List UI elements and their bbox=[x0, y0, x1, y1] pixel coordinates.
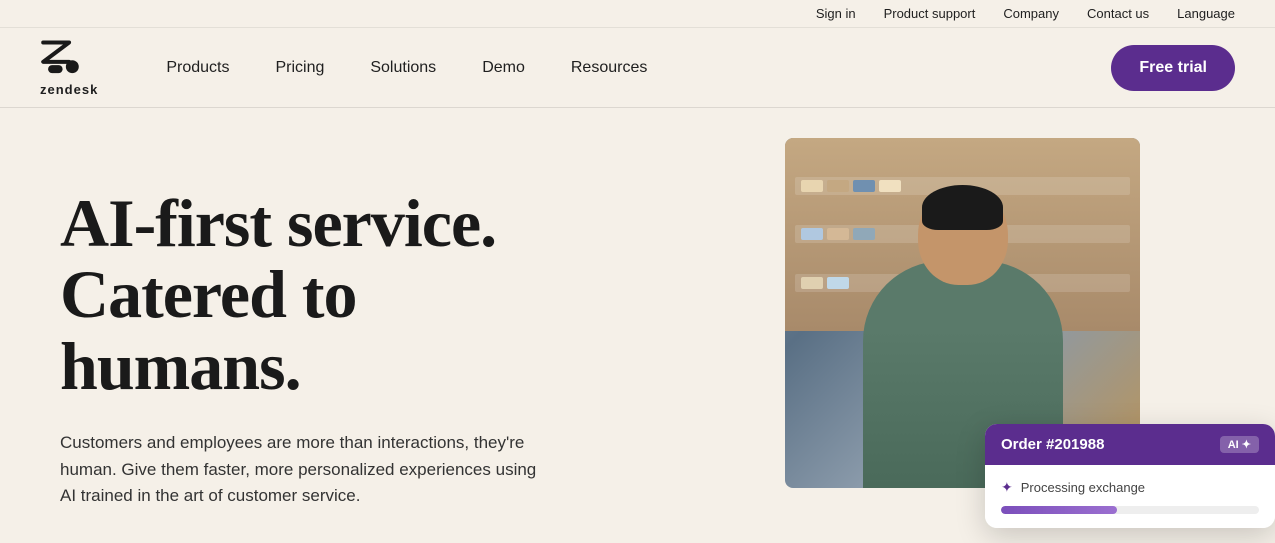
person-head bbox=[918, 185, 1008, 285]
company-link[interactable]: Company bbox=[1003, 6, 1059, 21]
shelf-item bbox=[801, 180, 823, 192]
ai-widget-body: ✦ Processing exchange bbox=[985, 465, 1275, 528]
nav-products[interactable]: Products bbox=[148, 51, 247, 85]
signin-link[interactable]: Sign in bbox=[816, 6, 856, 21]
ai-widget-header: Order #201988 AI ✦ bbox=[985, 424, 1275, 465]
ai-badge: AI ✦ bbox=[1220, 436, 1259, 453]
logo-link[interactable]: zendesk bbox=[40, 39, 98, 97]
shelf-item bbox=[827, 180, 849, 192]
hero-image-area: Order #201988 AI ✦ ✦ Processing exchange bbox=[755, 108, 1275, 538]
shelf-item bbox=[853, 228, 875, 240]
contact-us-link[interactable]: Contact us bbox=[1087, 6, 1149, 21]
hero-heading: AI-first service. Catered to humans. bbox=[60, 188, 550, 402]
zendesk-wordmark: zendesk bbox=[40, 82, 98, 97]
progress-bar-fill bbox=[1001, 506, 1117, 514]
shelf-item bbox=[801, 277, 823, 289]
shelf-item bbox=[853, 180, 875, 192]
progress-bar-container bbox=[1001, 506, 1259, 514]
nav-links-container: Products Pricing Solutions Demo Resource… bbox=[148, 51, 1111, 85]
shelf-item bbox=[801, 228, 823, 240]
shelf-item bbox=[827, 228, 849, 240]
shelf-item bbox=[879, 180, 901, 192]
nav-pricing[interactable]: Pricing bbox=[257, 51, 342, 85]
person-hair bbox=[922, 185, 1003, 230]
ai-widget-overlay: Order #201988 AI ✦ ✦ Processing exchange bbox=[985, 424, 1275, 528]
nav-demo[interactable]: Demo bbox=[464, 51, 543, 85]
processing-line: ✦ Processing exchange bbox=[1001, 479, 1259, 496]
nav-solutions[interactable]: Solutions bbox=[352, 51, 454, 85]
hero-subtext: Customers and employees are more than in… bbox=[60, 430, 550, 509]
nav-resources[interactable]: Resources bbox=[553, 51, 665, 85]
hero-text-block: AI-first service. Catered to humans. Cus… bbox=[60, 168, 550, 509]
zendesk-logo-icon: zendesk bbox=[40, 39, 98, 97]
hero-section: AI-first service. Catered to humans. Cus… bbox=[0, 108, 1275, 538]
main-navigation: zendesk Products Pricing Solutions Demo … bbox=[0, 28, 1275, 108]
language-link[interactable]: Language bbox=[1177, 6, 1235, 21]
order-number: Order #201988 bbox=[1001, 436, 1104, 453]
free-trial-button[interactable]: Free trial bbox=[1111, 45, 1235, 91]
product-support-link[interactable]: Product support bbox=[884, 6, 976, 21]
shelf-item bbox=[827, 277, 849, 289]
top-utility-bar: Sign in Product support Company Contact … bbox=[0, 0, 1275, 28]
star-icon: ✦ bbox=[1001, 479, 1013, 496]
processing-text: Processing exchange bbox=[1021, 480, 1145, 495]
